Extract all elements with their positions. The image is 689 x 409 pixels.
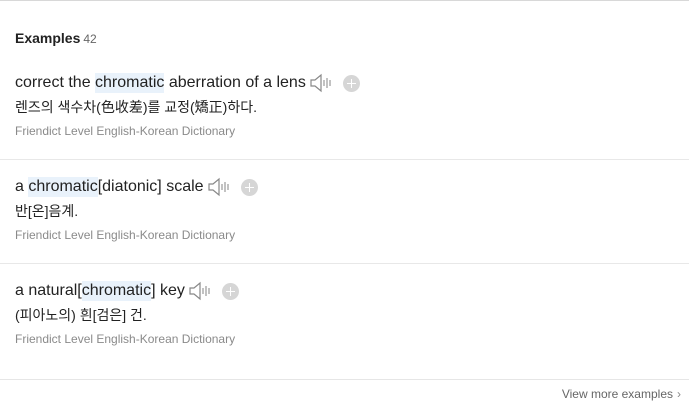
highlighted-term: chromatic [28, 177, 98, 197]
example-translation: 렌즈의 색수차(色收差)를 교정(矯正)하다. [15, 99, 257, 115]
section-title: Examples [15, 30, 81, 46]
sentence-text: a [15, 178, 29, 195]
sentence-text: aberration of a lens [164, 74, 306, 91]
example-divider [0, 263, 689, 264]
sentence-text: [diatonic] scale [97, 178, 204, 195]
add-to-wordbook-button[interactable] [221, 282, 239, 300]
speaker-icon[interactable] [310, 73, 334, 93]
view-more-label: View more examples [561, 387, 673, 401]
examples-count: 42 [83, 32, 97, 46]
sentence-text: a natural[ [15, 282, 82, 299]
example-sentence: correct the chromatic aberration of a le… [15, 73, 360, 93]
example-source[interactable]: Friendict Level English-Korean Dictionar… [15, 124, 235, 138]
highlighted-term: chromatic [81, 281, 152, 301]
view-more-examples-link[interactable]: View more examples › [562, 387, 681, 401]
highlighted-term: chromatic [95, 73, 165, 93]
chevron-right-icon: › [677, 387, 681, 401]
example-sentence: a chromatic [diatonic] scale [15, 177, 258, 197]
sentence-text: ] key [151, 282, 185, 299]
speaker-icon[interactable] [207, 177, 232, 197]
top-divider [0, 0, 689, 1]
add-to-wordbook-button[interactable] [342, 74, 360, 92]
examples-header: Examples 42 [15, 30, 97, 48]
examples-footer: View more examples › [0, 379, 689, 409]
example-translation: (피아노의) 흰[검은] 건. [15, 307, 147, 323]
add-to-wordbook-button[interactable] [240, 178, 258, 196]
sentence-text: correct the [15, 74, 96, 91]
example-source[interactable]: Friendict Level English-Korean Dictionar… [15, 228, 235, 242]
footer-divider [0, 379, 689, 380]
example-divider [0, 159, 689, 160]
example-sentence: a natural[chromatic] key [15, 281, 239, 301]
example-source[interactable]: Friendict Level English-Korean Dictionar… [15, 332, 235, 346]
example-translation: 반[온]음계. [15, 203, 79, 219]
speaker-icon[interactable] [189, 281, 213, 301]
